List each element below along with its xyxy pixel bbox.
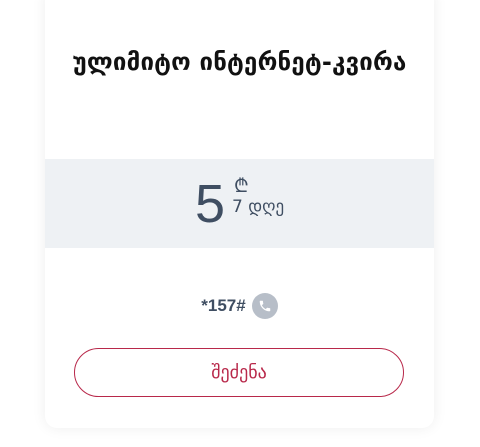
currency-symbol: ₾: [234, 175, 249, 197]
duration-label: 7 დღე: [232, 197, 285, 217]
offer-card: ულიმიტო ინტერნეტ-კვირა 5 ₾ 7 დღე *157# შ…: [45, 0, 434, 428]
price-band: 5 ₾ 7 დღე: [45, 159, 434, 248]
ussd-code: *157#: [201, 296, 246, 315]
buy-button[interactable]: შეძენა: [74, 348, 404, 397]
offer-title: ულიმიტო ინტერნეტ-კვირა: [72, 48, 407, 76]
ussd-row: *157#: [45, 293, 434, 319]
price-amount: 5: [195, 174, 226, 234]
phone-icon[interactable]: [251, 293, 278, 319]
page: ულიმიტო ინტერნეტ-კვირა 5 ₾ 7 დღე *157# შ…: [0, 0, 480, 447]
